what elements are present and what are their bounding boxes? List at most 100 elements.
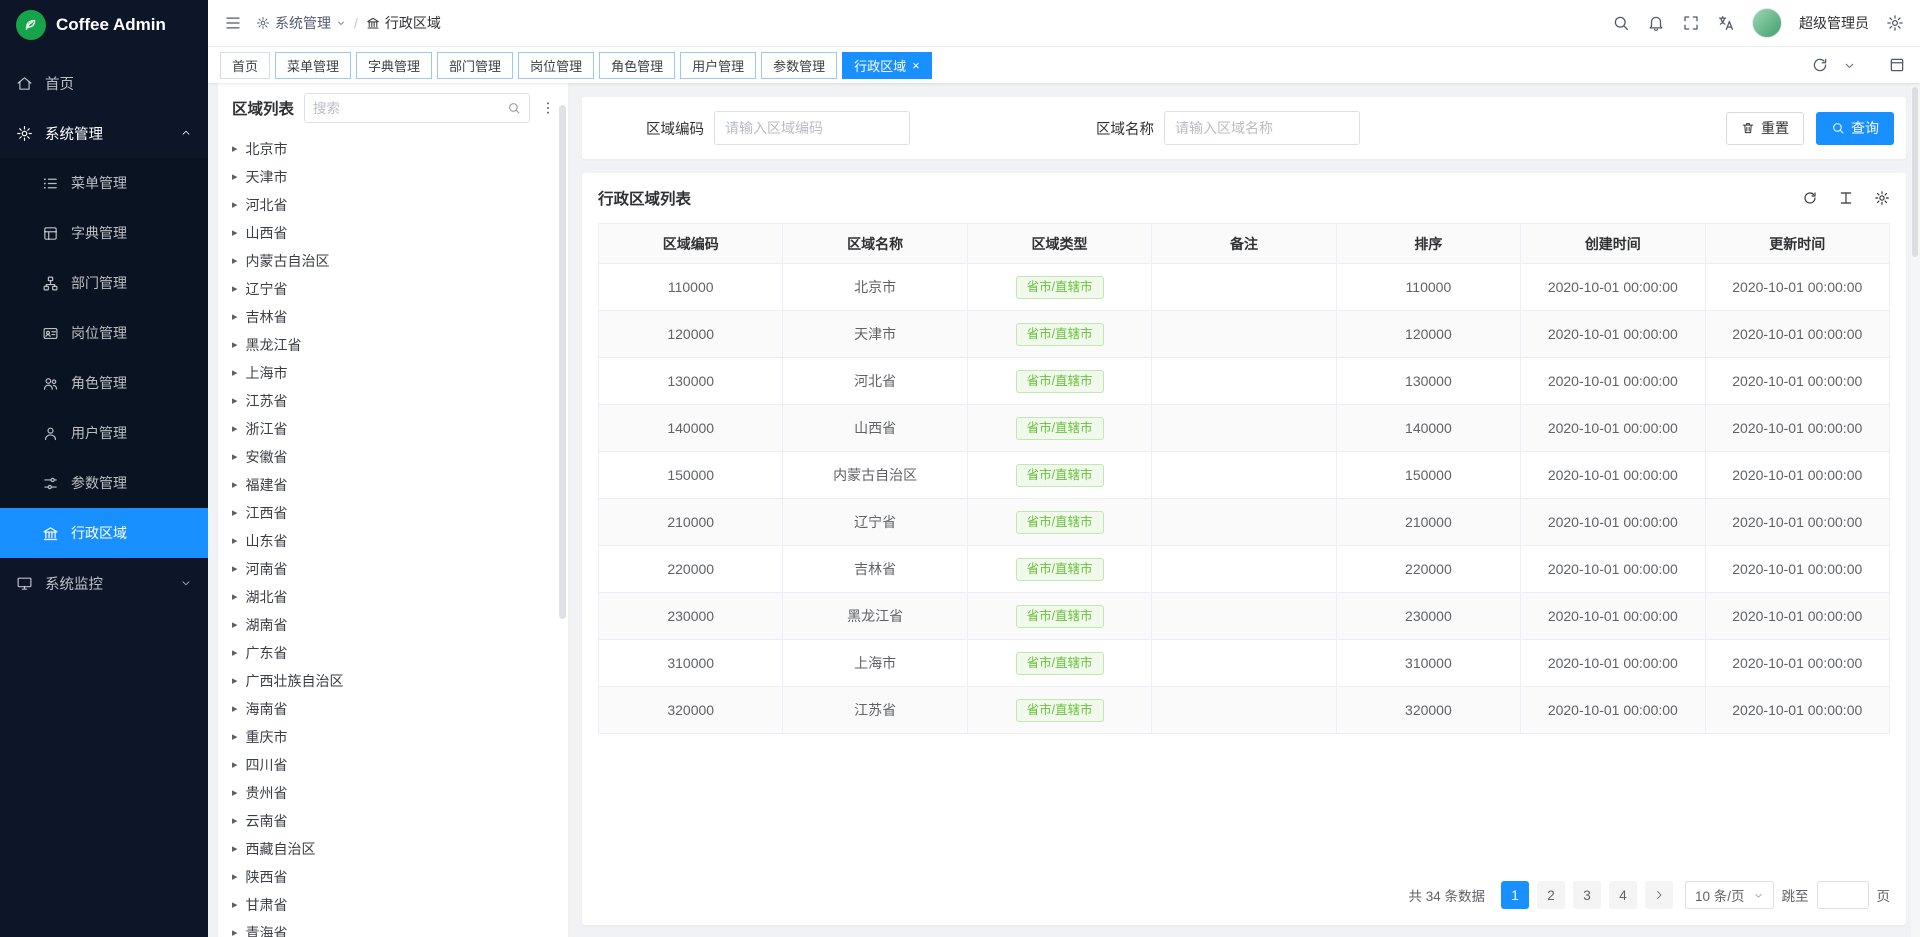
caret-right-icon[interactable]: ▸ [232,592,238,603]
more-dots-icon[interactable] [540,100,556,116]
tree-item[interactable]: ▸河北省 [218,191,568,219]
tree-item[interactable]: ▸天津市 [218,163,568,191]
tree-search-input[interactable] [313,101,501,116]
tree-item[interactable]: ▸海南省 [218,695,568,723]
region-code-input[interactable] [714,111,910,145]
tree-scrollbar[interactable] [559,105,566,619]
caret-right-icon[interactable]: ▸ [232,648,238,659]
search-button[interactable]: 查询 [1816,112,1894,145]
sidebar-item-region[interactable]: 行政区域 [0,508,208,558]
tab-region[interactable]: 行政区域× [842,52,932,79]
sidebar-item-role-mgmt[interactable]: 角色管理 [0,358,208,408]
sidebar-group-system[interactable]: 系统管理 [0,108,208,158]
sidebar-item-dept-mgmt[interactable]: 部门管理 [0,258,208,308]
refresh-icon[interactable] [1802,190,1818,206]
tree-item[interactable]: ▸四川省 [218,751,568,779]
caret-right-icon[interactable]: ▸ [232,200,238,211]
caret-right-icon[interactable]: ▸ [232,424,238,435]
tab-menu[interactable]: 菜单管理 [275,52,351,79]
tab-dept[interactable]: 部门管理 [437,52,513,79]
username[interactable]: 超级管理员 [1799,13,1869,33]
caret-right-icon[interactable]: ▸ [232,368,238,379]
page-size-select[interactable]: 10 条/页 [1685,881,1774,909]
tree-item[interactable]: ▸山西省 [218,219,568,247]
fullscreen-icon[interactable] [1682,14,1700,32]
density-icon[interactable] [1838,190,1854,206]
tree-item[interactable]: ▸西藏自治区 [218,835,568,863]
tree-item[interactable]: ▸辽宁省 [218,275,568,303]
caret-right-icon[interactable]: ▸ [232,732,238,743]
page-button-3[interactable]: 3 [1573,881,1601,909]
caret-right-icon[interactable]: ▸ [232,396,238,407]
tree-item[interactable]: ▸甘肃省 [218,891,568,919]
caret-right-icon[interactable]: ▸ [232,564,238,575]
tree-item[interactable]: ▸陕西省 [218,863,568,891]
sidebar-item-home[interactable]: 首页 [0,58,208,108]
tree-item[interactable]: ▸青海省 [218,919,568,937]
page-scrollbar-thumb[interactable] [1912,87,1918,257]
tab-dict[interactable]: 字典管理 [356,52,432,79]
bell-icon[interactable] [1647,14,1665,32]
translate-icon[interactable] [1717,14,1735,32]
tree-item[interactable]: ▸湖北省 [218,583,568,611]
tree-item[interactable]: ▸重庆市 [218,723,568,751]
page-button-2[interactable]: 2 [1537,881,1565,909]
caret-right-icon[interactable]: ▸ [232,536,238,547]
layout-window-icon[interactable] [1888,56,1906,74]
tree-item[interactable]: ▸江西省 [218,499,568,527]
tree-item[interactable]: ▸安徽省 [218,443,568,471]
caret-right-icon[interactable]: ▸ [232,172,238,183]
tab-post[interactable]: 岗位管理 [518,52,594,79]
tree-item[interactable]: ▸贵州省 [218,779,568,807]
tree-item[interactable]: ▸上海市 [218,359,568,387]
page-button-4[interactable]: 4 [1609,881,1637,909]
tree-item[interactable]: ▸河南省 [218,555,568,583]
refresh-icon[interactable] [1811,56,1829,74]
breadcrumb-system[interactable]: 系统管理 [256,13,346,33]
tab-param[interactable]: 参数管理 [761,52,837,79]
tab-role[interactable]: 角色管理 [599,52,675,79]
sidebar-item-post-mgmt[interactable]: 岗位管理 [0,308,208,358]
tree-item[interactable]: ▸吉林省 [218,303,568,331]
sidebar-collapse-icon[interactable] [224,14,242,32]
caret-right-icon[interactable]: ▸ [232,816,238,827]
tree-item[interactable]: ▸黑龙江省 [218,331,568,359]
caret-right-icon[interactable]: ▸ [232,788,238,799]
reset-button[interactable]: 重置 [1726,112,1804,145]
page-scrollbar[interactable] [1911,84,1920,937]
caret-right-icon[interactable]: ▸ [232,620,238,631]
caret-right-icon[interactable]: ▸ [232,284,238,295]
search-icon[interactable] [507,101,521,115]
tab-close-icon[interactable]: × [912,59,920,72]
tree-item[interactable]: ▸浙江省 [218,415,568,443]
sidebar-item-dict-mgmt[interactable]: 字典管理 [0,208,208,258]
settings-gear-icon[interactable] [1886,14,1904,32]
region-name-input[interactable] [1164,111,1360,145]
caret-right-icon[interactable]: ▸ [232,872,238,883]
tree-item[interactable]: ▸江苏省 [218,387,568,415]
avatar[interactable] [1752,8,1782,38]
chevron-down-icon[interactable] [1843,59,1856,72]
caret-right-icon[interactable]: ▸ [232,340,238,351]
caret-right-icon[interactable]: ▸ [232,144,238,155]
jump-page-input[interactable] [1817,881,1869,909]
sidebar-group-monitor[interactable]: 系统监控 [0,558,208,608]
caret-right-icon[interactable]: ▸ [232,760,238,771]
tree-item[interactable]: ▸广西壮族自治区 [218,667,568,695]
tree-item[interactable]: ▸山东省 [218,527,568,555]
caret-right-icon[interactable]: ▸ [232,228,238,239]
tree-item[interactable]: ▸湖南省 [218,611,568,639]
caret-right-icon[interactable]: ▸ [232,704,238,715]
caret-right-icon[interactable]: ▸ [232,676,238,687]
search-icon[interactable] [1612,14,1630,32]
tab-home[interactable]: 首页 [220,52,270,79]
tree-item[interactable]: ▸云南省 [218,807,568,835]
caret-right-icon[interactable]: ▸ [232,256,238,267]
sidebar-item-param-mgmt[interactable]: 参数管理 [0,458,208,508]
column-settings-gear-icon[interactable] [1874,190,1890,206]
caret-right-icon[interactable]: ▸ [232,900,238,911]
sidebar-item-user-mgmt[interactable]: 用户管理 [0,408,208,458]
sidebar-item-menu-mgmt[interactable]: 菜单管理 [0,158,208,208]
caret-right-icon[interactable]: ▸ [232,928,238,937]
tree-item[interactable]: ▸广东省 [218,639,568,667]
